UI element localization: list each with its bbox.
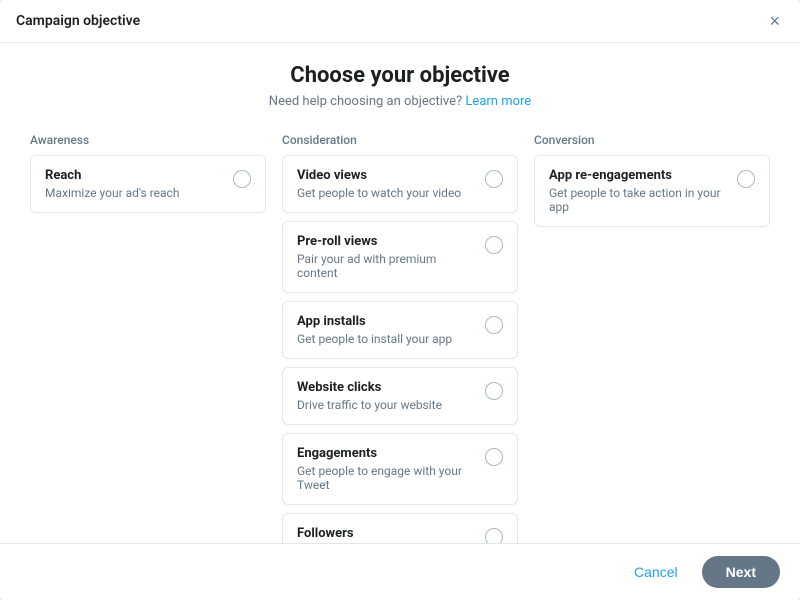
app-installs-title: App installs [297, 314, 475, 329]
consideration-label: Consideration [282, 133, 518, 147]
app-reengagements-title: App re-engagements [549, 168, 727, 183]
video-views-title: Video views [297, 168, 475, 183]
reach-card[interactable]: Reach Maximize your ad's reach [30, 155, 266, 213]
awareness-column: Awareness Reach Maximize your ad's reach [30, 133, 266, 221]
reach-desc: Maximize your ad's reach [45, 186, 223, 200]
pre-roll-title: Pre-roll views [297, 234, 475, 249]
cancel-button[interactable]: Cancel [622, 556, 690, 588]
reach-title: Reach [45, 168, 223, 183]
engagements-card[interactable]: Engagements Get people to engage with yo… [282, 433, 518, 505]
consideration-column: Consideration Video views Get people to … [282, 133, 518, 543]
followers-card[interactable]: Followers Build an audience for your acc… [282, 513, 518, 543]
app-reengagements-desc: Get people to take action in your app [549, 186, 727, 214]
website-clicks-desc: Drive traffic to your website [297, 398, 475, 412]
video-views-desc: Get people to watch your video [297, 186, 475, 200]
engagements-desc: Get people to engage with your Tweet [297, 464, 475, 492]
modal-title: Campaign objective [16, 13, 140, 29]
app-installs-desc: Get people to install your app [297, 332, 475, 346]
followers-title: Followers [297, 526, 475, 541]
app-reengagements-radio[interactable] [737, 170, 755, 188]
website-clicks-title: Website clicks [297, 380, 475, 395]
pre-roll-radio[interactable] [485, 236, 503, 254]
video-views-radio[interactable] [485, 170, 503, 188]
close-button[interactable]: × [765, 12, 784, 30]
campaign-objective-modal: Campaign objective × Choose your objecti… [0, 0, 800, 600]
subtitle: Need help choosing an objective? Learn m… [30, 94, 770, 109]
conversion-label: Conversion [534, 133, 770, 147]
pre-roll-views-card[interactable]: Pre-roll views Pair your ad with premium… [282, 221, 518, 293]
subtitle-text: Need help choosing an objective? [269, 94, 462, 109]
video-views-card[interactable]: Video views Get people to watch your vid… [282, 155, 518, 213]
website-clicks-radio[interactable] [485, 382, 503, 400]
modal-header: Campaign objective × [0, 0, 800, 43]
awareness-label: Awareness [30, 133, 266, 147]
modal-body: Choose your objective Need help choosing… [0, 43, 800, 543]
engagements-radio[interactable] [485, 448, 503, 466]
engagements-title: Engagements [297, 446, 475, 461]
app-installs-radio[interactable] [485, 316, 503, 334]
website-clicks-card[interactable]: Website clicks Drive traffic to your web… [282, 367, 518, 425]
app-reengagements-card[interactable]: App re-engagements Get people to take ac… [534, 155, 770, 227]
learn-more-link[interactable]: Learn more [465, 94, 531, 109]
next-button[interactable]: Next [702, 556, 780, 588]
conversion-column: Conversion App re-engagements Get people… [534, 133, 770, 235]
modal-footer: Cancel Next [0, 543, 800, 600]
page-title: Choose your objective [30, 63, 770, 88]
followers-radio[interactable] [485, 528, 503, 543]
columns-container: Awareness Reach Maximize your ad's reach… [30, 133, 770, 543]
pre-roll-desc: Pair your ad with premium content [297, 252, 475, 280]
app-installs-card[interactable]: App installs Get people to install your … [282, 301, 518, 359]
reach-radio[interactable] [233, 170, 251, 188]
